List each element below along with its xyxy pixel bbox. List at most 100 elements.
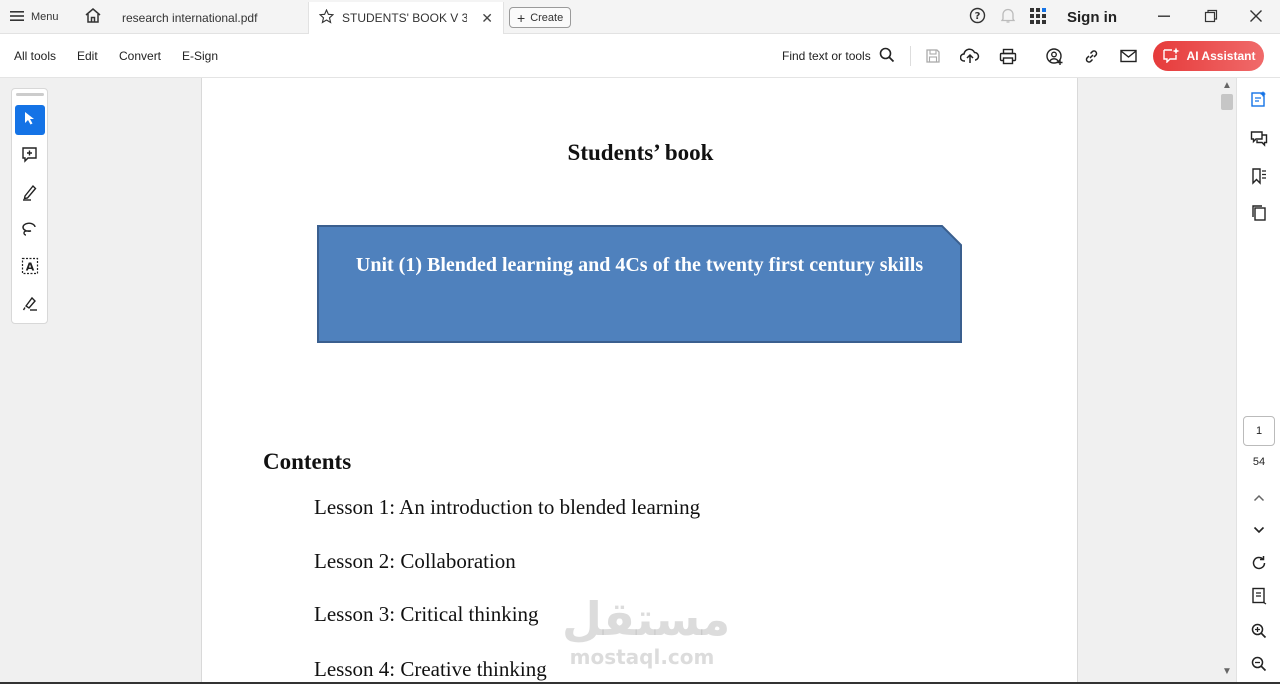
- document-workspace: A Students’ book Unit (1) Blended learni…: [0, 78, 1236, 684]
- pen-icon: [21, 183, 39, 206]
- refresh-icon: [1251, 555, 1267, 576]
- esign-button[interactable]: E-Sign: [182, 34, 218, 78]
- bookmarks-rail-button[interactable]: [1249, 167, 1269, 190]
- select-tool-button[interactable]: [15, 105, 45, 135]
- unit-box-shape: [317, 225, 962, 343]
- sign-in-button[interactable]: Sign in: [1067, 0, 1117, 34]
- cloud-upload-icon[interactable]: [960, 46, 980, 66]
- bell-icon: [1000, 7, 1016, 27]
- search-icon: [879, 47, 895, 66]
- find-label: Find text or tools: [782, 49, 871, 63]
- vertical-scrollbar[interactable]: ▲ ▼: [1218, 78, 1236, 684]
- menu-label: Menu: [31, 11, 59, 23]
- menu-button[interactable]: Menu: [10, 0, 59, 34]
- toolbar-divider: [910, 46, 911, 66]
- text-box-icon: A: [21, 257, 39, 280]
- create-label: Create: [530, 11, 564, 24]
- lasso-icon: [21, 220, 39, 243]
- zoom-out-button[interactable]: [1249, 656, 1269, 676]
- signature-pen-icon: [21, 294, 39, 317]
- home-icon: [84, 7, 102, 27]
- close-icon: [1249, 9, 1263, 26]
- scroll-up-arrow[interactable]: ▲: [1222, 80, 1232, 91]
- hamburger-icon: [10, 10, 24, 25]
- lesson-item: Lesson 4: Creative thinking: [314, 657, 547, 681]
- ai-assistant-button[interactable]: AI Assistant: [1153, 41, 1264, 71]
- fit-page-button[interactable]: [1249, 587, 1269, 610]
- pdf-page: Students’ book Unit (1) Blended learning…: [201, 78, 1078, 684]
- help-button[interactable]: ?: [969, 0, 986, 34]
- all-tools-button[interactable]: All tools: [14, 34, 56, 78]
- print-icon[interactable]: [998, 46, 1018, 66]
- tab-bar: Menu research international.pdf STUDENTS…: [0, 0, 1280, 34]
- document-title: Students’ book: [567, 140, 714, 165]
- restore-button[interactable]: [1204, 0, 1218, 34]
- zoom-out-icon: [1251, 656, 1267, 677]
- watermark: مستقل mostaql.com: [562, 592, 731, 669]
- toolbar: All tools Edit Convert E-Sign Find text …: [0, 34, 1280, 78]
- star-icon[interactable]: [318, 8, 335, 27]
- close-window-button[interactable]: [1249, 0, 1263, 34]
- scroll-thumb[interactable]: [1221, 94, 1233, 110]
- refresh-button[interactable]: [1249, 555, 1269, 575]
- pages-rail-button[interactable]: [1249, 204, 1269, 227]
- close-tab-icon[interactable]: ✕: [481, 10, 493, 27]
- link-icon[interactable]: [1081, 46, 1101, 66]
- draw-tool-button[interactable]: [15, 216, 45, 246]
- previous-page-button[interactable]: [1249, 488, 1269, 508]
- apps-button[interactable]: [1030, 0, 1046, 34]
- minimize-button[interactable]: [1157, 0, 1171, 34]
- cursor-icon: [24, 111, 36, 130]
- total-pages: 54: [1252, 456, 1266, 468]
- comments-icon: [1250, 130, 1268, 153]
- tab-label: research international.pdf: [122, 11, 258, 25]
- share-user-icon[interactable]: [1044, 46, 1064, 66]
- ai-assistant-label: AI Assistant: [1186, 49, 1256, 63]
- sign-tool-button[interactable]: [15, 290, 45, 320]
- page-number-input[interactable]: 1: [1243, 416, 1275, 446]
- comment-add-icon: [21, 146, 39, 169]
- edit-doc-icon: [1250, 90, 1268, 113]
- highlight-tool-button[interactable]: [15, 179, 45, 209]
- lesson-item: Lesson 3: Critical thinking: [314, 602, 539, 626]
- restore-icon: [1204, 9, 1218, 26]
- notifications-button[interactable]: [1000, 0, 1016, 34]
- add-comment-tool-button[interactable]: [15, 142, 45, 172]
- chevron-down-icon: [1253, 521, 1265, 539]
- watermark-latin: mostaql.com: [569, 645, 715, 669]
- svg-text:A: A: [26, 260, 35, 273]
- panel-grip[interactable]: [16, 93, 44, 96]
- lesson-item: Lesson 1: An introduction to blended lea…: [314, 495, 701, 519]
- right-rail: 1 54: [1236, 78, 1280, 684]
- contents-heading: Contents: [263, 449, 352, 474]
- text-recognition-tool-button[interactable]: A: [15, 253, 45, 283]
- pages-icon: [1250, 204, 1268, 227]
- tab-label: STUDENTS' BOOK V 3 - ...: [342, 11, 468, 25]
- zoom-in-icon: [1251, 623, 1267, 644]
- save-icon[interactable]: [923, 46, 943, 66]
- watermark-arabic: مستقل: [562, 592, 731, 646]
- ai-sparkle-icon: [1162, 47, 1180, 66]
- convert-button[interactable]: Convert: [119, 34, 161, 78]
- home-button[interactable]: [82, 0, 104, 34]
- zoom-in-button[interactable]: [1249, 623, 1269, 643]
- minimize-icon: [1157, 9, 1171, 26]
- scroll-down-arrow[interactable]: ▼: [1222, 666, 1232, 677]
- tab-students-book[interactable]: STUDENTS' BOOK V 3 - ... ✕: [308, 2, 504, 34]
- email-icon[interactable]: [1118, 46, 1138, 66]
- edit-pdf-rail-button[interactable]: [1249, 90, 1269, 113]
- unit-title: Unit (1) Blended learning and 4Cs of the…: [355, 254, 924, 276]
- apps-grid-icon: [1030, 7, 1046, 27]
- create-button[interactable]: + Create: [509, 7, 572, 28]
- unit-title-box: Unit (1) Blended learning and 4Cs of the…: [317, 225, 962, 343]
- chevron-up-icon: [1253, 489, 1265, 507]
- fit-page-icon: [1251, 587, 1267, 610]
- find-text-button[interactable]: Find text or tools: [782, 34, 895, 78]
- plus-icon: +: [517, 9, 526, 26]
- tab-research-international[interactable]: research international.pdf: [112, 2, 308, 34]
- quick-tools-panel: A: [11, 88, 48, 324]
- comments-rail-button[interactable]: [1249, 130, 1269, 153]
- bookmark-icon: [1250, 167, 1268, 190]
- edit-button[interactable]: Edit: [77, 34, 98, 78]
- next-page-button[interactable]: [1249, 520, 1269, 540]
